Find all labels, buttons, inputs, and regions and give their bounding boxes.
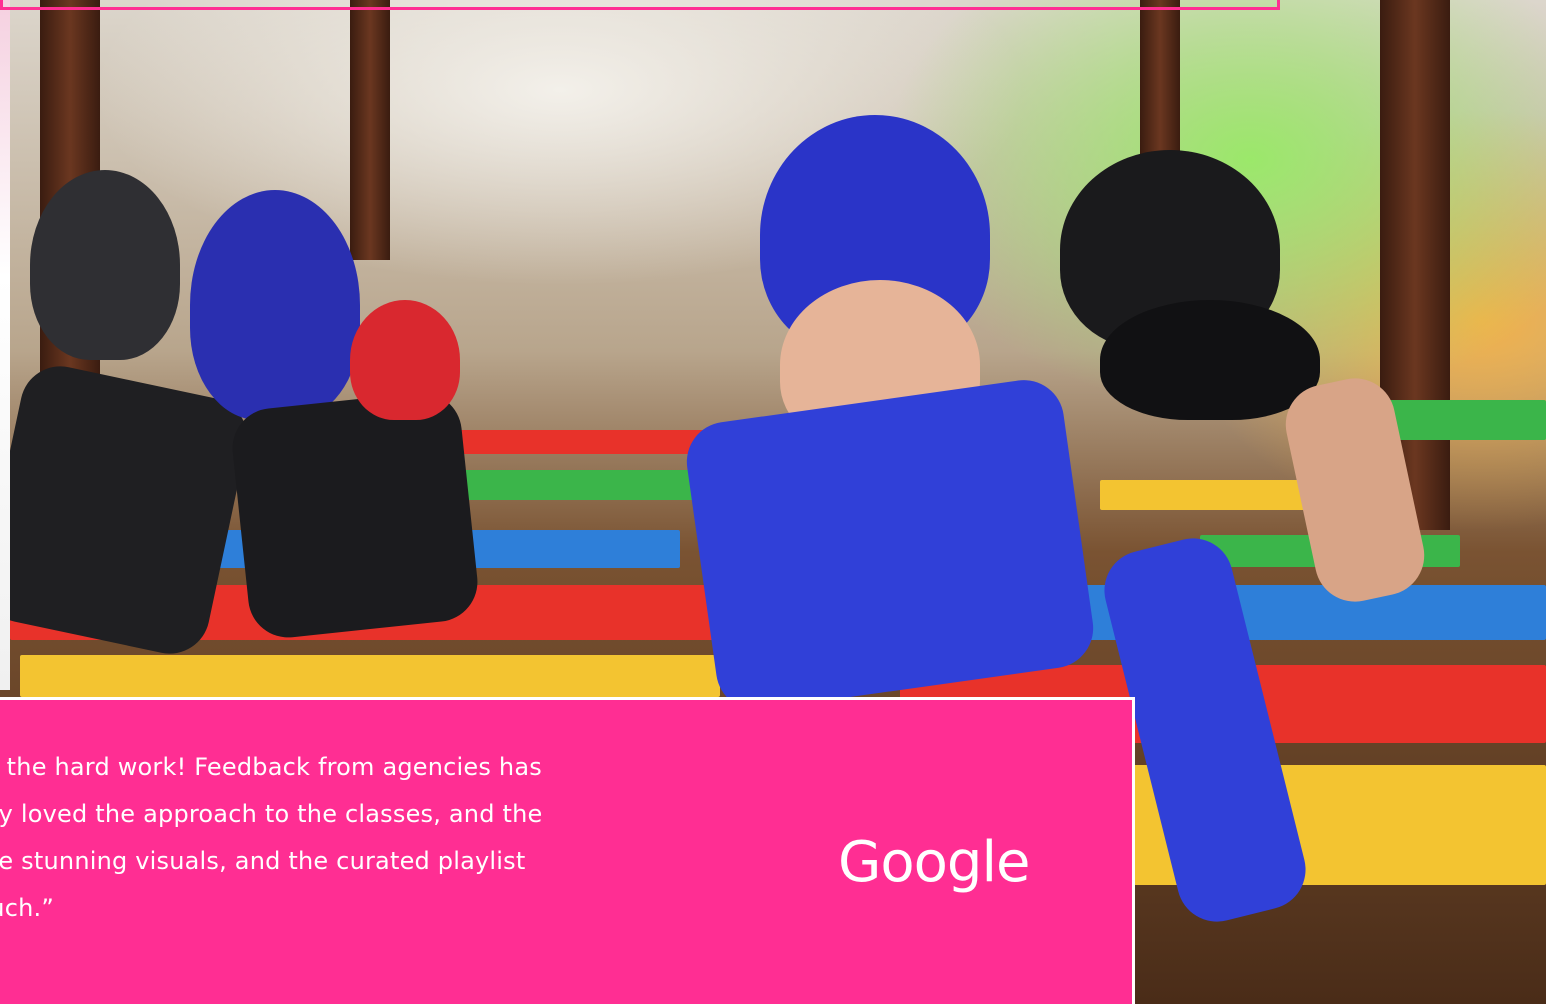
left-edge-panel	[0, 0, 10, 690]
participant	[228, 388, 482, 642]
quote-line: of the stunning visuals, and the curated…	[0, 847, 526, 875]
participant	[681, 374, 1099, 716]
quote-line: u for the hard work! Feedback from agenc…	[0, 753, 542, 781]
testimonial-card: u for the hard work! Feedback from agenc…	[0, 697, 1135, 1004]
quote-line: - they loved the approach to the classes…	[0, 800, 543, 828]
participant	[190, 190, 360, 420]
quote-line: e touch.”	[0, 894, 54, 922]
yoga-mat	[20, 655, 720, 697]
top-frame-border	[0, 0, 1280, 10]
wall-beam	[350, 0, 390, 260]
participant	[30, 170, 180, 360]
participant	[1100, 300, 1320, 420]
participant	[350, 300, 460, 420]
yoga-mat	[1380, 400, 1546, 440]
google-logo: Google	[838, 830, 1030, 895]
testimonial-quote: u for the hard work! Feedback from agenc…	[0, 744, 712, 932]
